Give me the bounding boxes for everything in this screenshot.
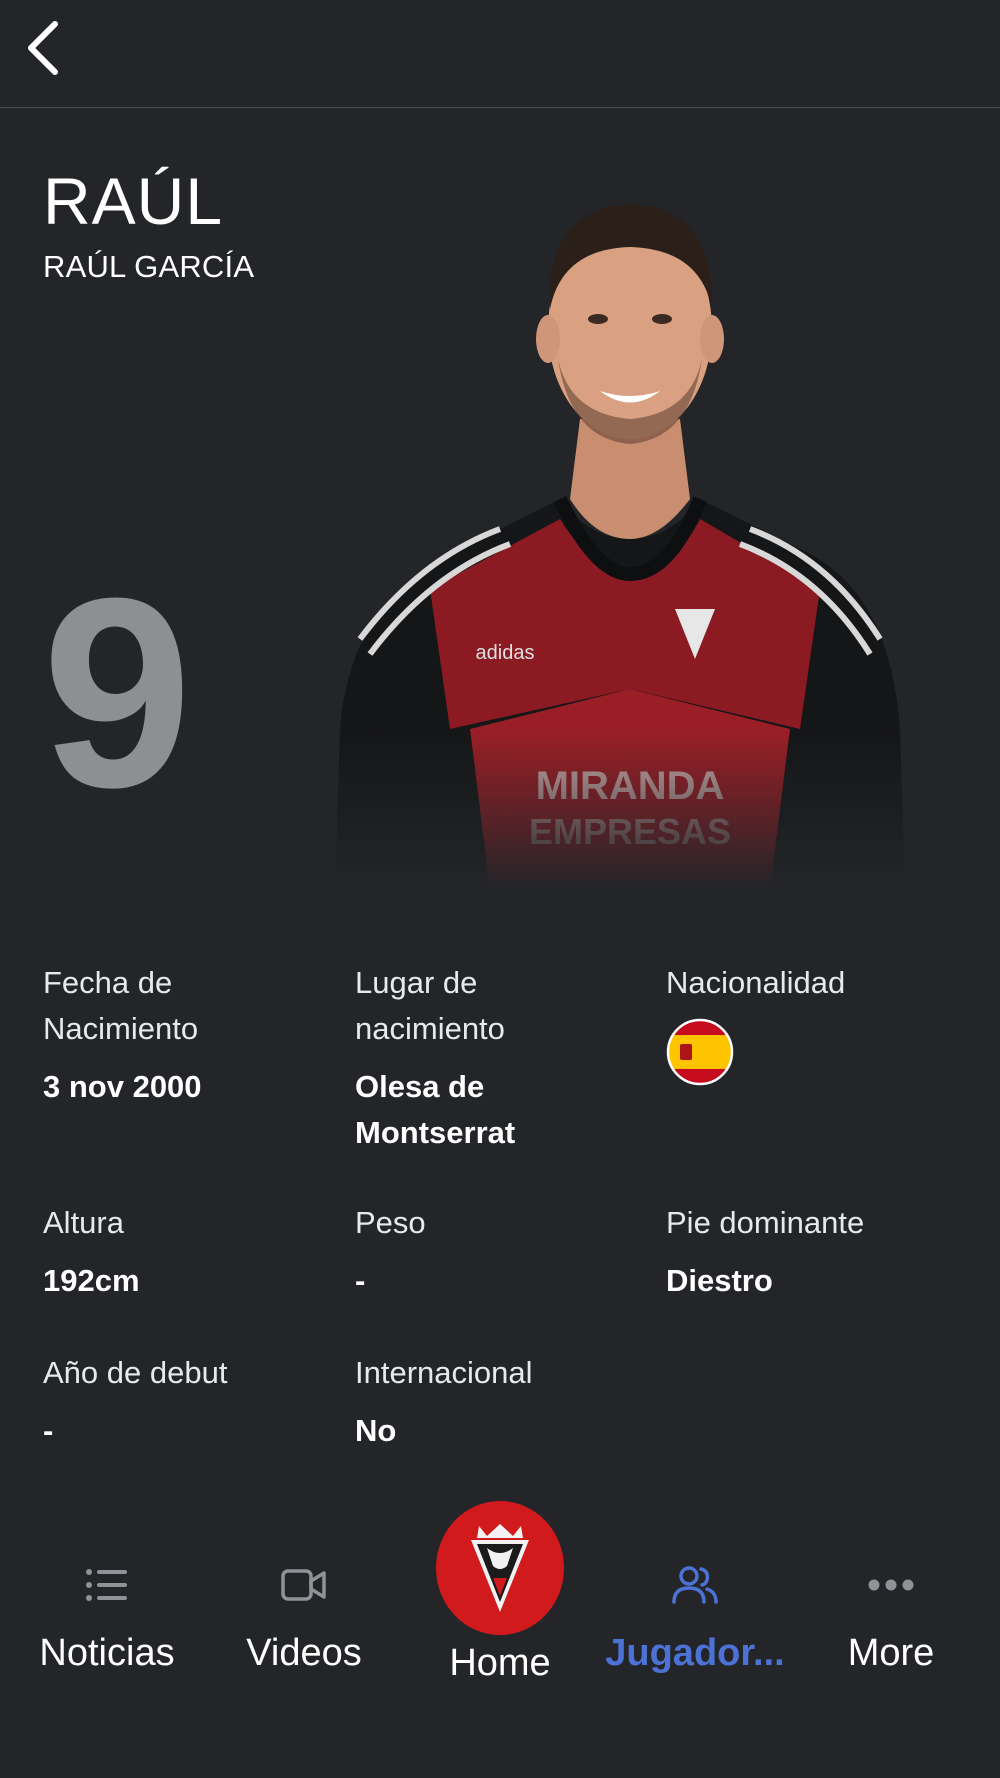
chevron-left-icon [28,21,58,75]
nav-noticias[interactable]: Noticias [12,1560,202,1690]
player-full-name: RAÚL GARCÍA [43,249,255,284]
height-value: 192cm [43,1263,140,1298]
birth-date-field: Fecha de Nacimiento 3 nov 2000 [43,960,333,1110]
weight-field: Peso - [355,1200,645,1304]
birth-place-value: Olesa de Montserrat [355,1069,516,1150]
users-icon [670,1560,720,1610]
club-crest-icon [471,1524,529,1612]
nav-videos[interactable]: Videos [209,1560,399,1690]
dominant-foot-label: Pie dominante [666,1205,865,1240]
nav-noticias-label: Noticias [39,1632,175,1674]
weight-value: - [355,1263,366,1298]
nav-videos-label: Videos [246,1632,362,1674]
jersey-number: 9 [42,543,193,844]
height-label: Altura [43,1205,124,1240]
more-dots-icon [866,1560,916,1610]
list-icon [82,1560,132,1610]
birth-date-value: 3 nov 2000 [43,1069,202,1104]
debut-year-label: Año de debut [43,1355,228,1390]
dominant-foot-value: Diestro [666,1263,773,1298]
player-first-name: RAÚL [43,164,224,238]
international-value: No [355,1413,397,1448]
nav-more[interactable]: More [796,1560,986,1690]
player-photo: MIRANDA EMPRESAS adidas [330,169,910,889]
home-button[interactable] [436,1501,564,1635]
player-hero: RAÚL RAÚL GARCÍA 9 [0,109,1000,889]
height-field: Altura 192cm [43,1200,333,1304]
weight-label: Peso [355,1205,426,1240]
nav-more-label: More [847,1632,935,1674]
nationality-field: Nacionalidad [666,960,956,1091]
nationality-label: Nacionalidad [666,965,846,1000]
birth-place-label: Lugar de nacimiento [355,965,505,1046]
back-button[interactable] [18,18,68,78]
nav-jugadores-label: Jugador... [605,1632,785,1674]
video-camera-icon [279,1560,329,1610]
top-bar [0,0,1000,108]
nav-home-label[interactable]: Home [405,1642,595,1685]
birth-date-label: Fecha de Nacimiento [43,965,199,1046]
debut-year-value: - [43,1413,54,1448]
bottom-nav: Noticias Videos Home Jugador... More [0,1490,1000,1778]
nav-jugadores[interactable]: Jugador... [600,1560,790,1690]
debut-year-field: Año de debut - [43,1350,333,1454]
international-field: Internacional No [355,1350,645,1454]
international-label: Internacional [355,1355,533,1390]
spain-flag-icon [666,1018,734,1086]
birth-place-field: Lugar de nacimiento Olesa de Montserrat [355,960,645,1156]
dominant-foot-field: Pie dominante Diestro [666,1200,956,1304]
